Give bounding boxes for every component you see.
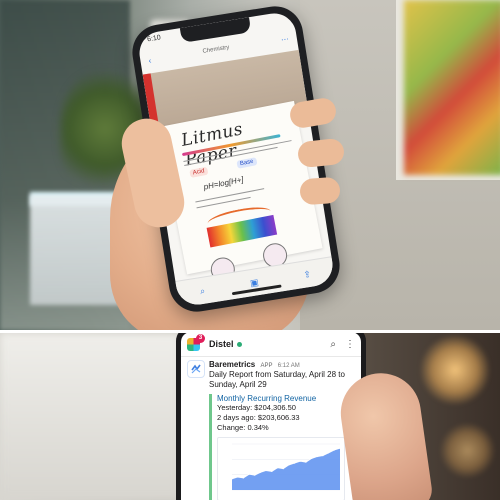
chart-point — [265, 469, 267, 472]
slack-logo-icon[interactable]: 3 — [187, 333, 205, 351]
painting — [404, 0, 500, 175]
acid-label: Acid — [189, 166, 209, 178]
chart-point — [248, 473, 250, 475]
channel-name[interactable]: Distel — [209, 339, 234, 349]
more-icon[interactable]: ⋯ — [280, 34, 289, 44]
chart-point — [282, 468, 284, 470]
top-photo: 6:10 ‹ Chemistry ⋯ Litmus Paper Acid Bas… — [0, 0, 500, 330]
chart-point — [333, 449, 335, 451]
chart-point — [288, 464, 290, 466]
chart-point — [242, 477, 244, 479]
two-days-row: 2 days ago: $203,606.33 — [217, 413, 355, 423]
message-time: 6:12 AM — [277, 363, 300, 369]
sender-line: Baremetrics APP 6:12 AM — [209, 360, 355, 369]
change-value: 0.34% — [247, 423, 269, 432]
yesterday-value: $204,306.50 — [254, 403, 296, 412]
change-row: Change: 0.34% — [217, 423, 355, 433]
bottom-photo: 3 Distel ⌕ ⋮ Baremetrics APP 6:12 AM Dai… — [0, 333, 500, 500]
back-chevron-icon[interactable]: ‹ — [148, 56, 152, 65]
chart-point — [299, 460, 301, 462]
status-time: 6:10 — [146, 34, 162, 44]
chart-point — [305, 461, 307, 463]
chart-point — [293, 462, 296, 464]
baremetrics-logo-icon — [191, 364, 201, 374]
attachment-title[interactable]: Monthly Recurring Revenue — [217, 394, 355, 403]
chart-area — [232, 448, 340, 490]
app-tag: APP — [260, 363, 273, 369]
search-icon[interactable]: ⌕ — [199, 285, 206, 297]
header-actions: ⌕ ⋮ — [330, 339, 355, 350]
attachment: Monthly Recurring Revenue Yesterday: $20… — [209, 394, 355, 500]
two-days-value: $203,606.33 — [257, 413, 300, 422]
chart-point — [271, 470, 273, 472]
report-summary: Daily Report from Saturday, April 28 to … — [209, 370, 355, 390]
chart-point — [328, 452, 330, 454]
chart-point — [231, 478, 233, 480]
android-phone: 3 Distel ⌕ ⋮ Baremetrics APP 6:12 AM Dai… — [176, 333, 366, 500]
chart-point — [339, 447, 341, 449]
message-body: Baremetrics APP 6:12 AM Daily Report fro… — [209, 360, 355, 500]
mrr-chart-svg — [231, 443, 341, 491]
search-icon[interactable]: ⌕ — [330, 339, 336, 350]
chart-point — [322, 455, 324, 457]
nav-title: Chemistry — [202, 44, 230, 55]
background-blur — [0, 333, 180, 500]
hand — [335, 368, 435, 500]
notification-badge: 3 — [196, 333, 205, 343]
sender-name[interactable]: Baremetrics — [209, 360, 255, 369]
two-days-label: 2 days ago: — [217, 413, 256, 422]
bokeh-light — [420, 335, 490, 405]
mrr-chart[interactable] — [217, 437, 345, 500]
export-icon[interactable]: ⇪ — [303, 268, 312, 280]
bokeh-light — [440, 423, 495, 478]
report-title: Daily Report — [209, 370, 254, 379]
chart-point — [259, 471, 261, 473]
more-vert-icon[interactable]: ⋮ — [345, 339, 355, 350]
chart-point — [254, 474, 256, 476]
change-label: Change: — [217, 423, 246, 432]
presence-icon — [236, 341, 242, 347]
baremetrics-avatar[interactable] — [187, 360, 205, 378]
yesterday-label: Yesterday: — [217, 403, 253, 412]
chart-point — [311, 457, 313, 459]
chart-point — [276, 467, 279, 469]
chart-point — [237, 476, 239, 478]
camera-icon[interactable]: ▣ — [249, 277, 259, 289]
slack-header: 3 Distel ⌕ ⋮ — [181, 333, 361, 357]
slack-screen: 3 Distel ⌕ ⋮ Baremetrics APP 6:12 AM Dai… — [181, 333, 361, 500]
chart-point — [316, 455, 318, 458]
ph-formula: pH=log[H+] — [202, 175, 245, 192]
finger — [299, 176, 341, 206]
yesterday-row: Yesterday: $204,306.50 — [217, 403, 355, 413]
